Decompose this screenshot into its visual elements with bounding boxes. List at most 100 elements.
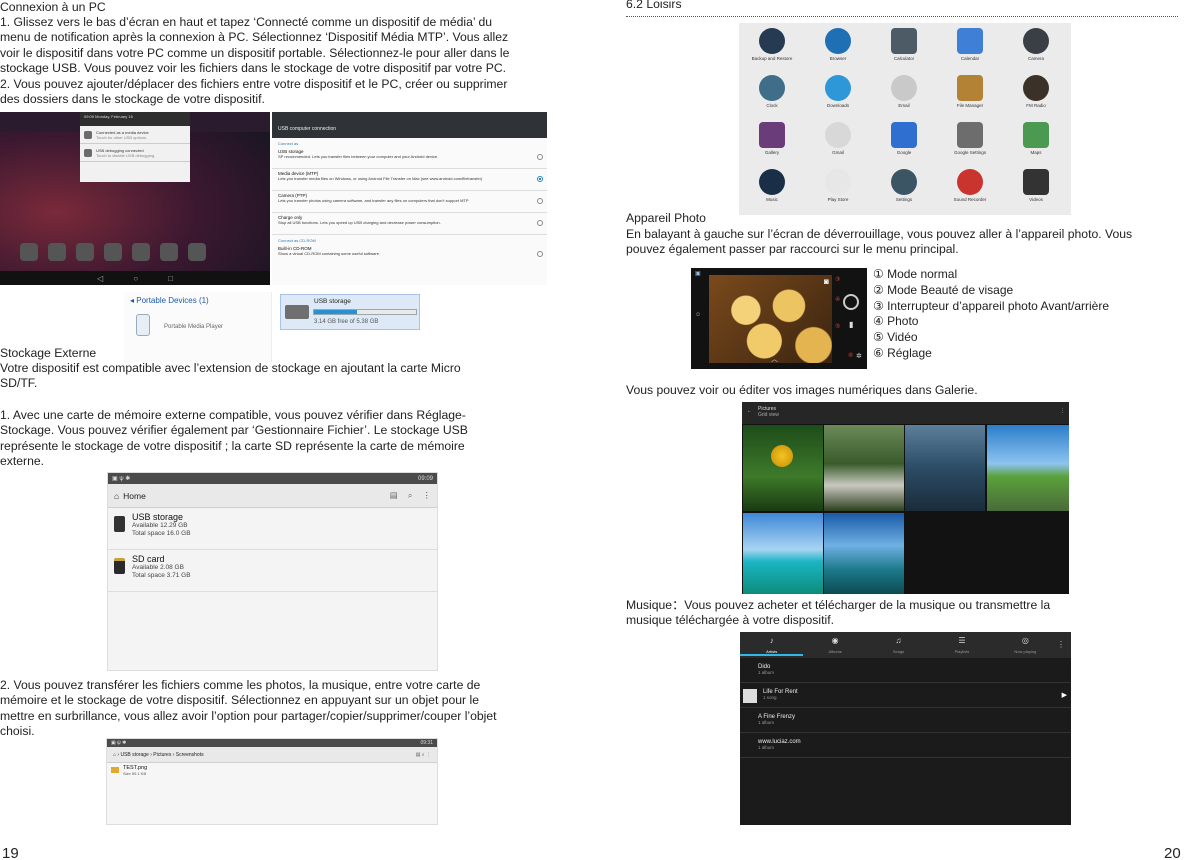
artist-row[interactable]: Life For Rent 1 song ▶ (740, 683, 1071, 708)
radio-button[interactable] (537, 154, 543, 160)
usb-option-ptp[interactable]: Camera (PTP) Lets you transfer photos usi… (272, 191, 547, 213)
app-play-store[interactable]: Play Store (805, 164, 871, 211)
app-icon[interactable] (132, 243, 150, 261)
app-backup-and-restore[interactable]: Backup and Restore (739, 23, 805, 70)
gallery-photo[interactable] (905, 425, 985, 511)
usb-option-charge[interactable]: Charge only Stop all USB functions. Lets … (272, 213, 547, 235)
breadcrumb-screenshots[interactable]: Screenshots (176, 752, 204, 758)
portable-devices-header[interactable]: ◂ Portable Devices (1) (124, 292, 271, 309)
app-downloads[interactable]: Downloads (805, 70, 871, 117)
gallery-photo[interactable] (824, 425, 904, 511)
radio-button[interactable] (537, 198, 543, 204)
camera-marker: ④ (835, 297, 841, 303)
home-icon[interactable]: ○ (133, 274, 138, 283)
play-icon[interactable]: ▶ (1062, 691, 1067, 699)
app-sound-recorder[interactable]: Sound Recorder (937, 164, 1003, 211)
gallery-toolbar: ← Pictures Grid view ⋮ (742, 402, 1069, 424)
usb-option-cdrom[interactable]: Built-in CD-ROM Show a virtual CD-ROM con… (272, 244, 547, 266)
overflow-menu-icon[interactable]: ⋮ (1057, 632, 1071, 656)
device-label[interactable]: Portable Media Player (164, 324, 223, 330)
radio-button[interactable] (537, 251, 543, 257)
app-gmail[interactable]: Gmail (805, 117, 871, 164)
notif-sub: Touch to disable USB debugging. (96, 152, 156, 158)
home-icon[interactable]: ⌂ (114, 491, 119, 501)
app-icon[interactable] (188, 243, 206, 261)
chevron-up-icon[interactable]: ︿ (771, 354, 778, 364)
artist-row[interactable]: Dido 1 album (740, 658, 1071, 683)
back-icon[interactable]: ◁ (97, 274, 103, 283)
app-settings[interactable]: Settings (871, 164, 937, 211)
tab-albums[interactable]: ◉ Albums (803, 632, 866, 656)
tab-artists[interactable]: ♪ Artists (740, 632, 804, 656)
usb-storage-drive[interactable]: USB storage 3.14 GB free of 5.38 GB (280, 294, 420, 330)
camera-switch-icon[interactable]: ◙ (824, 277, 829, 286)
breadcrumb-usb[interactable]: USB storage (120, 752, 148, 758)
app-google[interactable]: Google (871, 117, 937, 164)
app-browser[interactable]: Browser (805, 23, 871, 70)
artist-row[interactable]: A Fine Frenzy 1 album (740, 708, 1071, 733)
gallery-icon (759, 122, 785, 148)
app-camera[interactable]: Camera (1003, 23, 1069, 70)
app-icon[interactable] (76, 243, 94, 261)
gallery-photo[interactable] (987, 425, 1069, 511)
camera-marker: ③ (835, 277, 841, 283)
app-gallery[interactable]: Gallery (739, 117, 805, 164)
text-line: 1. Glissez vers le bas d’écran en haut e… (0, 15, 493, 29)
folder-icon[interactable]: ▤ ⌕ ⋮ (416, 752, 431, 758)
usb-option-storage[interactable]: USB storage SP recommended. Lets you tran… (272, 147, 547, 169)
back-arrow-icon[interactable]: ← (747, 408, 752, 414)
beauty-icon[interactable]: ☺ (695, 312, 701, 318)
storage-item-usb[interactable]: USB storage Available 12.29 GB Total spa… (108, 508, 437, 550)
camera-mode-item: ② Mode Beauté de visage (873, 282, 1014, 297)
overflow-menu-icon[interactable]: ⋮ (1060, 408, 1065, 414)
recents-icon[interactable]: □ (168, 274, 173, 283)
app-icon[interactable] (20, 243, 38, 261)
app-email[interactable]: Email (871, 70, 937, 117)
camera-modes-list: ① Mode normal ② Mode Beauté de visage ③ … (873, 267, 1109, 362)
app-label: Backup and Restore (751, 56, 793, 61)
usb-option-mtp[interactable]: Media device (MTP) Lets you transfer medi… (272, 169, 547, 191)
app-icon[interactable] (48, 243, 66, 261)
app-calendar[interactable]: Calendar (937, 23, 1003, 70)
storage-item-sd[interactable]: SD card Available 2.08 GB Total space 3.… (108, 550, 437, 592)
folder-icon[interactable]: ▤ (390, 490, 398, 501)
artist-row[interactable]: www.luciaz.com 1 album (740, 733, 1071, 758)
camera-paragraph: En balayant à gauche sur l’écran de déve… (626, 227, 1181, 258)
tab-now-playing[interactable]: ◎ Now playing (994, 632, 1057, 656)
gallery-photo[interactable] (743, 425, 823, 511)
app-google-settings[interactable]: Google Settings (937, 117, 1003, 164)
app-label: Music (766, 197, 778, 202)
app-file-manager[interactable]: File Manager (937, 70, 1003, 117)
item-total: Total space 16.0 GB (132, 530, 191, 537)
tab-songs[interactable]: ♫ Songs (867, 632, 930, 656)
app-maps[interactable]: Maps (1003, 117, 1069, 164)
gallery-photo[interactable] (824, 513, 904, 594)
video-icon[interactable]: ▮ (849, 320, 853, 329)
breadcrumb-home[interactable]: Home (123, 491, 146, 501)
app-icon[interactable] (160, 243, 178, 261)
settings-icon[interactable]: ✲ (856, 352, 862, 360)
home-icon[interactable]: ⌂ › (113, 752, 119, 758)
notification-item[interactable]: USB debugging connected Touch to disable … (80, 144, 190, 162)
usb-connection-screenshot: 09:09 Monday, February 16 Connected as a… (0, 112, 547, 285)
gallery-view-mode[interactable]: Grid view (758, 412, 1053, 418)
shutter-button[interactable] (843, 294, 859, 310)
radio-button[interactable] (537, 220, 543, 226)
app-fm-radio[interactable]: FM Radio (1003, 70, 1069, 117)
app-calculator[interactable]: Calculator (871, 23, 937, 70)
search-icon[interactable]: ⌕ (408, 490, 413, 501)
app-clock[interactable]: Clock (739, 70, 805, 117)
radio-button-selected[interactable] (537, 176, 543, 182)
breadcrumb-pictures[interactable]: Pictures (153, 752, 171, 758)
app-videos[interactable]: Videos (1003, 164, 1069, 211)
file-item[interactable]: TEST.png Size 59.1 KB (107, 763, 437, 779)
tab-playlists[interactable]: ☰ Playlists (930, 632, 993, 656)
mode-icon[interactable]: ▣ (695, 270, 701, 277)
app-music[interactable]: Music (739, 164, 805, 211)
gallery-photo[interactable] (743, 513, 823, 594)
status-time: 09:09 (417, 475, 433, 482)
app-icon[interactable] (104, 243, 122, 261)
notification-item[interactable]: Connected as a media device Touch for oth… (80, 126, 190, 144)
overflow-menu-icon[interactable]: ⋮ (423, 490, 432, 501)
text-line: représente le stockage de votre disposit… (0, 438, 465, 453)
